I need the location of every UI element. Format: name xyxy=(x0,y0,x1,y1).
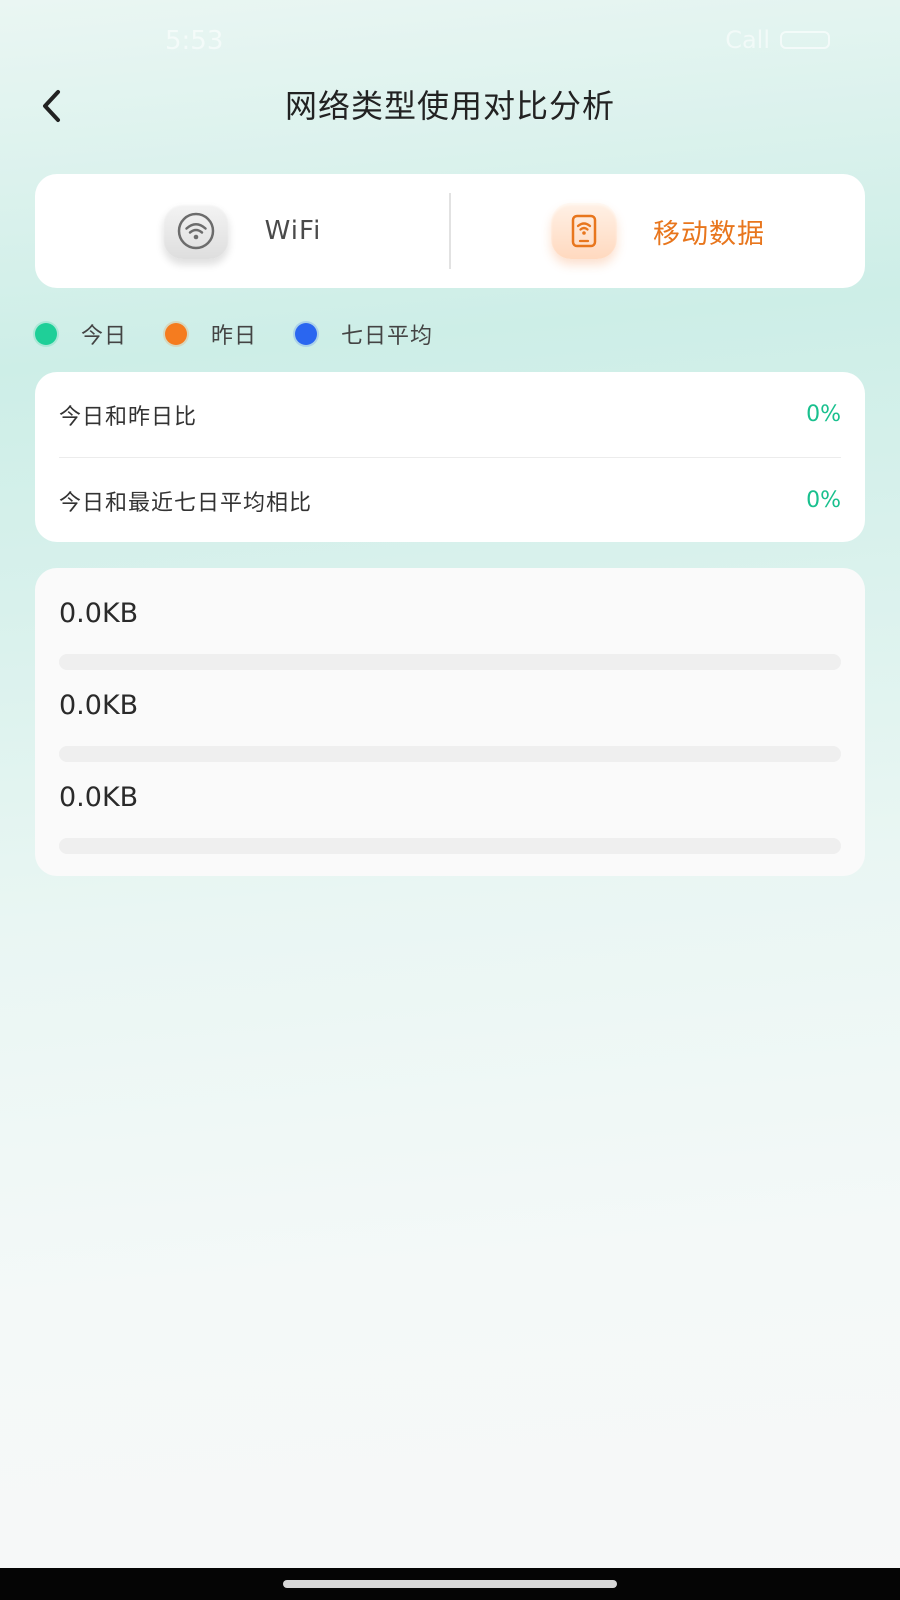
wifi-icon-button xyxy=(162,203,229,259)
wifi-icon xyxy=(177,212,214,250)
comparison-label: 今日和最近七日平均相比 xyxy=(59,490,313,516)
usage-card: 0.0KB 0.0KB 0.0KB xyxy=(35,568,865,876)
network-type-selector: WiFi 移动数据 xyxy=(35,174,865,288)
legend-dot xyxy=(35,323,57,345)
page-title: 网络类型使用对比分析 xyxy=(284,87,615,125)
signal-text: Call xyxy=(725,26,770,54)
status-bar: 5:53 Call xyxy=(0,0,900,80)
mobile-data-icon-button xyxy=(551,203,617,259)
header: 网络类型使用对比分析 xyxy=(0,76,900,136)
mobile-data-tab[interactable]: 移动数据 xyxy=(451,174,865,288)
legend-item-today: 今日 xyxy=(35,318,127,350)
legend-item-seven-day-average: 七日平均 xyxy=(295,318,433,350)
mobile-data-icon xyxy=(571,214,597,248)
comparison-row-seven-day: 今日和最近七日平均相比 0% xyxy=(59,457,841,543)
mobile-data-label: 移动数据 xyxy=(653,218,765,250)
usage-value: 0.0KB xyxy=(59,598,139,629)
usage-bar xyxy=(59,838,841,854)
system-nav-bar xyxy=(0,1568,900,1600)
usage-item-seven-day-average: 0.0KB xyxy=(59,778,841,870)
legend-label: 今日 xyxy=(81,324,128,349)
status-icons: Call xyxy=(725,26,830,54)
legend-label: 昨日 xyxy=(211,324,258,349)
legend-item-yesterday: 昨日 xyxy=(165,318,257,350)
comparison-row-yesterday: 今日和昨日比 0% xyxy=(59,372,841,457)
comparison-value: 0% xyxy=(806,402,841,427)
comparison-label: 今日和昨日比 xyxy=(59,404,198,430)
usage-item-yesterday: 0.0KB xyxy=(59,686,841,778)
legend-dot xyxy=(165,323,188,345)
comparison-card: 今日和昨日比 0% 今日和最近七日平均相比 0% xyxy=(35,372,865,542)
legend-dot xyxy=(295,323,318,345)
usage-value: 0.0KB xyxy=(59,690,139,721)
comparison-value: 0% xyxy=(806,488,841,513)
usage-value: 0.0KB xyxy=(59,782,139,813)
wifi-label: WiFi xyxy=(264,216,322,246)
battery-icon xyxy=(780,31,830,49)
wifi-tab[interactable]: WiFi xyxy=(35,174,449,288)
legend-label: 七日平均 xyxy=(341,324,434,349)
legend: 今日 昨日 七日平均 xyxy=(35,316,471,352)
usage-bar xyxy=(59,654,841,670)
status-time: 5:53 xyxy=(165,26,224,56)
usage-item-today: 0.0KB xyxy=(59,594,841,686)
usage-bar xyxy=(59,746,841,762)
home-indicator[interactable] xyxy=(283,1580,617,1588)
